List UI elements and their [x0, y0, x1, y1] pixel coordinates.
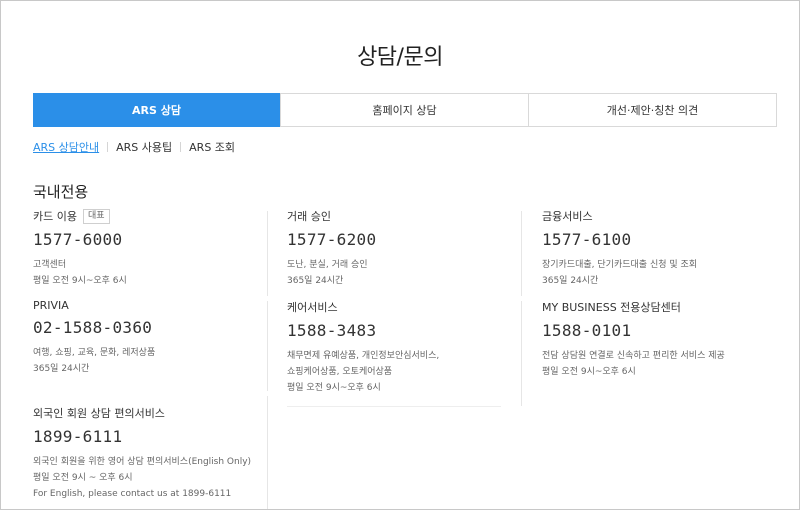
- row-divider: [287, 406, 501, 407]
- description-line: 장기카드대출, 단기카드대출 신청 및 조회: [542, 260, 698, 270]
- phone-number[interactable]: 1577-6100: [542, 230, 777, 249]
- contact-card-card-usage: 카드 이용 대표 1577-6000 고객센터 평일 오전 9시~오후 6시: [33, 208, 253, 289]
- description-line: 평일 오전 9시~오후 6시: [287, 383, 381, 393]
- description-line: 여행, 쇼핑, 교육, 문화, 레저상품: [33, 348, 156, 358]
- description-line: 전담 상담원 연결로 신속하고 편리한 서비스 제공: [542, 351, 725, 361]
- subnav-divider: [180, 142, 182, 152]
- phone-number[interactable]: 1577-6200: [287, 230, 507, 249]
- subnav-divider: [107, 142, 109, 152]
- phone-number[interactable]: 1588-3483: [287, 321, 507, 340]
- description-line: 채무면제 유예상품, 개인정보안심서비스,: [287, 351, 440, 361]
- column-divider: [521, 211, 522, 296]
- tab-bar: ARS 상담 홈페이지 상담 개선·제안·칭찬 의견: [33, 93, 777, 127]
- column-divider: [521, 301, 522, 406]
- column-divider: [267, 396, 268, 509]
- description-line: 365일 24시간: [33, 364, 90, 374]
- contact-description: 전담 상담원 연결로 신속하고 편리한 서비스 제공 평일 오전 9시~오후 6…: [542, 348, 777, 380]
- description-line: 도난, 분실, 거래 승인: [287, 260, 368, 270]
- contact-name: 카드 이용: [33, 210, 77, 223]
- description-line: 평일 오전 9시~오후 6시: [33, 276, 127, 286]
- contact-description: 장기카드대출, 단기카드대출 신청 및 조회 365일 24시간: [542, 257, 777, 289]
- subnav-ars-lookup-link[interactable]: ARS 조회: [189, 139, 235, 155]
- description-line: 쇼핑케어상품, 오토케어상품: [287, 367, 393, 377]
- description-line: 365일 24시간: [542, 276, 599, 286]
- description-line: 외국인 회원을 위한 영어 상담 편의서비스(English Only): [33, 457, 252, 467]
- description-line: 365일 24시간: [287, 276, 344, 286]
- contact-description: 고객센터 평일 오전 9시~오후 6시: [33, 257, 253, 289]
- contact-card-my-business: MY BUSINESS 전용상담센터 1588-0101 전담 상담원 연결로 …: [542, 299, 777, 380]
- contact-name: 금융서비스: [542, 210, 593, 223]
- phone-number[interactable]: 02-1588-0360: [33, 318, 253, 337]
- contact-name: MY BUSINESS 전용상담센터: [542, 301, 681, 314]
- contact-name: 외국인 회원 상담 편의서비스: [33, 407, 165, 420]
- representative-badge: 대표: [82, 208, 110, 224]
- phone-number[interactable]: 1588-0101: [542, 321, 777, 340]
- contact-name: 거래 승인: [287, 210, 331, 223]
- contact-name: 케어서비스: [287, 301, 338, 314]
- column-divider: [267, 211, 268, 296]
- tab-homepage-consultation[interactable]: 홈페이지 상담: [280, 94, 528, 126]
- subnav-ars-guide-link[interactable]: ARS 상담안내: [33, 139, 99, 155]
- contact-description: 채무면제 유예상품, 개인정보안심서비스, 쇼핑케어상품, 오토케어상품 평일 …: [287, 348, 507, 396]
- tab-ars-consultation[interactable]: ARS 상담: [33, 93, 280, 127]
- consultation-page: 상담/문의 ARS 상담 홈페이지 상담 개선·제안·칭찬 의견 ARS 상담안…: [0, 0, 800, 510]
- contact-card-care-service: 케어서비스 1588-3483 채무면제 유예상품, 개인정보안심서비스, 쇼핑…: [287, 299, 507, 396]
- description-line: 평일 오전 9시~오후 6시: [542, 367, 636, 377]
- page-title: 상담/문의: [357, 45, 443, 70]
- description-line: For English, please contact us at 1899-6…: [33, 489, 232, 499]
- contact-name: PRIVIA: [33, 299, 69, 312]
- contact-description: 외국인 회원을 위한 영어 상담 편의서비스(English Only) 평일 …: [33, 454, 263, 502]
- contact-description: 여행, 쇼핑, 교육, 문화, 레저상품 365일 24시간: [33, 345, 253, 377]
- phone-number[interactable]: 1577-6000: [33, 230, 253, 249]
- phone-number[interactable]: 1899-6111: [33, 427, 263, 446]
- section-title-domestic: 국내전용: [33, 183, 89, 201]
- subnav-ars-tips-link[interactable]: ARS 사용팁: [116, 139, 172, 155]
- contact-description: 도난, 분실, 거래 승인 365일 24시간: [287, 257, 507, 289]
- contact-card-foreign-member: 외국인 회원 상담 편의서비스 1899-6111 외국인 회원을 위한 영어 …: [33, 405, 263, 502]
- tab-feedback[interactable]: 개선·제안·칭찬 의견: [528, 94, 776, 126]
- column-divider: [267, 301, 268, 391]
- sub-navigation: ARS 상담안내 ARS 사용팁 ARS 조회: [33, 139, 235, 155]
- contact-card-privia: PRIVIA 02-1588-0360 여행, 쇼핑, 교육, 문화, 레저상품…: [33, 299, 253, 377]
- contact-card-transaction-approval: 거래 승인 1577-6200 도난, 분실, 거래 승인 365일 24시간: [287, 208, 507, 289]
- description-line: 고객센터: [33, 260, 67, 270]
- description-line: 평일 오전 9시 ~ 오후 6시: [33, 473, 133, 483]
- contact-card-financial-services: 금융서비스 1577-6100 장기카드대출, 단기카드대출 신청 및 조회 3…: [542, 208, 777, 289]
